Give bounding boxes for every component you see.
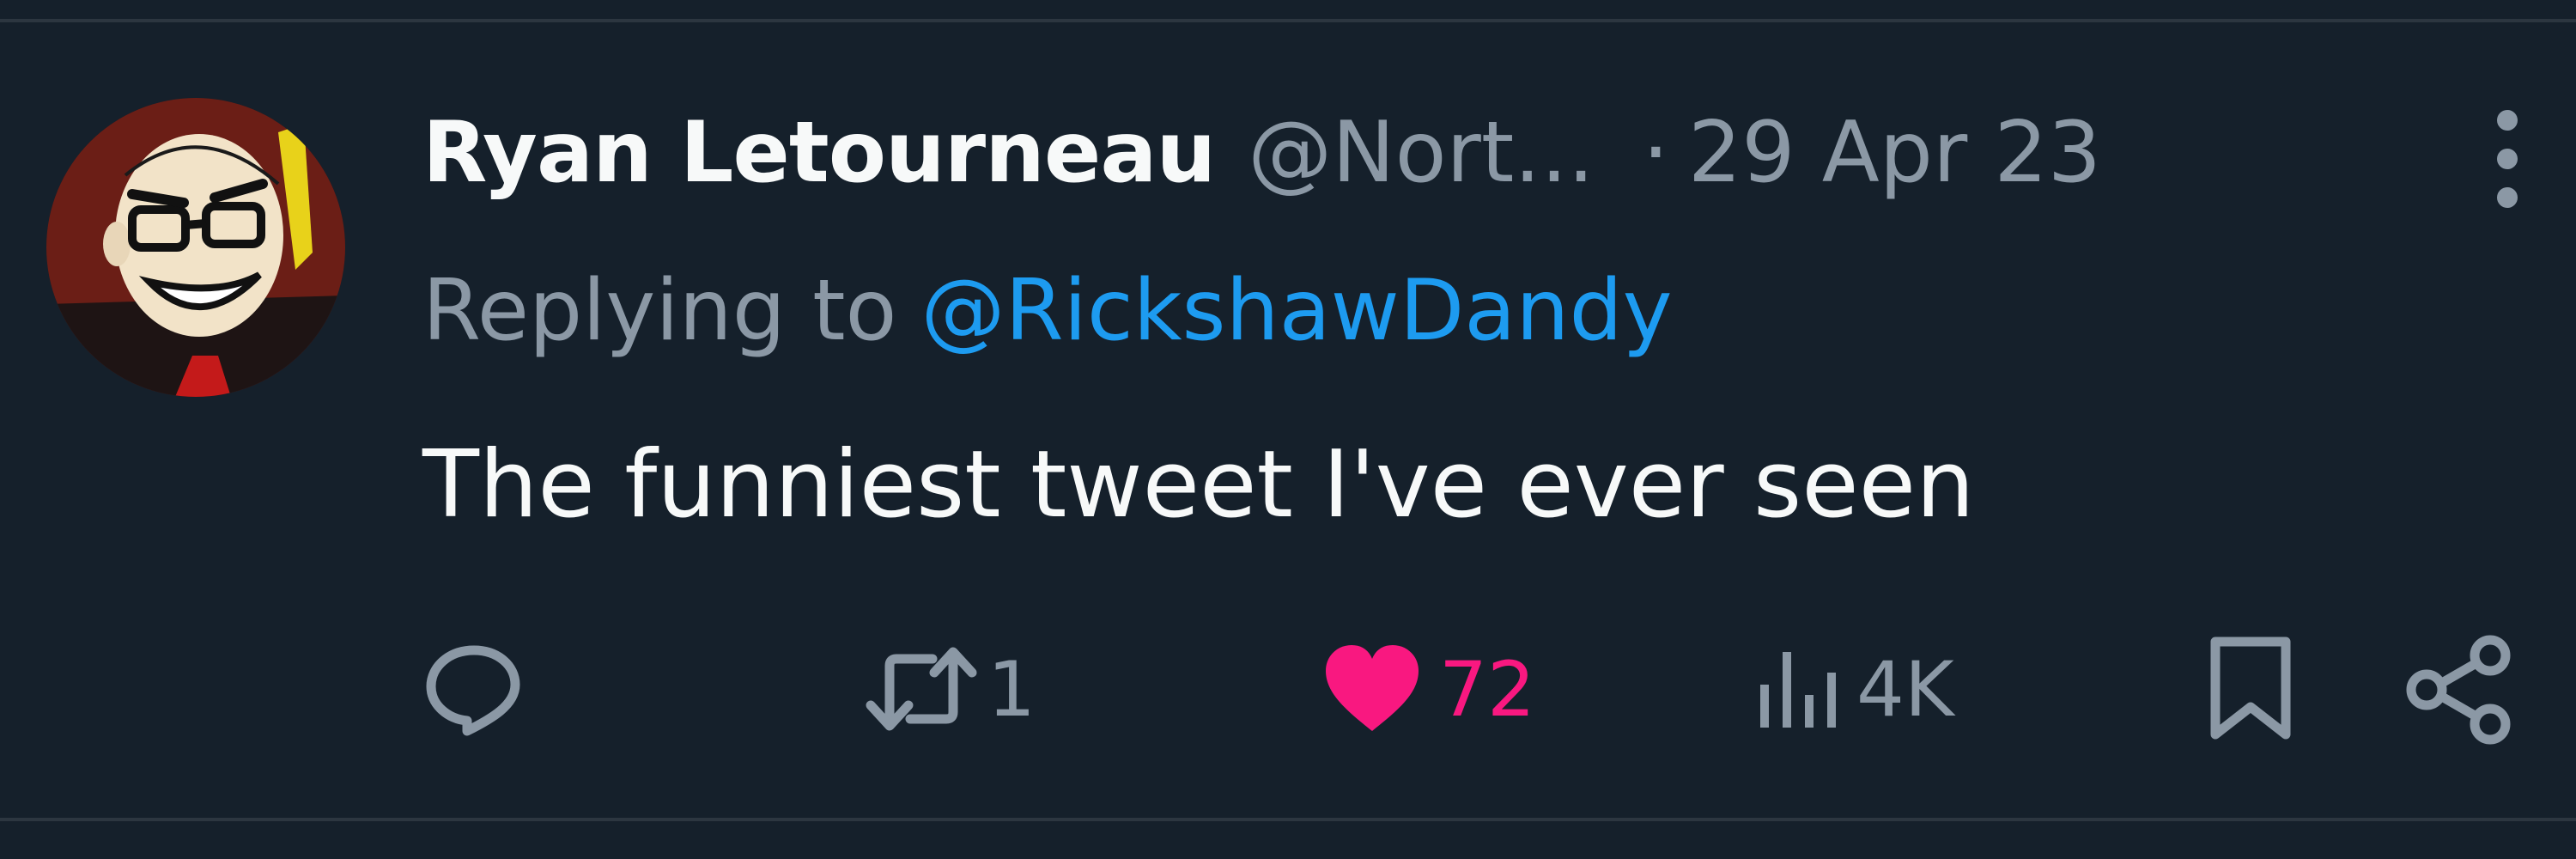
bookmark-icon	[2210, 637, 2291, 740]
top-divider	[0, 19, 2576, 22]
like-count: 72	[1439, 644, 1535, 734]
retweet-icon	[866, 647, 977, 731]
views-icon	[1760, 652, 1836, 728]
separator-dot: ·	[1642, 104, 1669, 202]
reply-button[interactable]	[422, 620, 536, 758]
display-name[interactable]: Ryan Letourneau	[422, 104, 1216, 202]
tweet-header: Ryan Letourneau @Nort... · 29 Apr 23	[422, 93, 2101, 213]
retweet-button[interactable]: 1	[866, 620, 1036, 758]
views-button[interactable]: 4K	[1752, 620, 1954, 758]
share-button[interactable]	[2404, 620, 2516, 758]
more-dot	[2497, 187, 2518, 208]
bottom-divider	[0, 818, 2576, 821]
views-count: 4K	[1856, 644, 1954, 734]
replying-to-label: Replying to	[422, 262, 897, 360]
tweet-text: The funniest tweet I've ever seen	[422, 431, 1975, 539]
action-bar: 1 72 4K	[0, 620, 2576, 758]
reply-context: Replying to @RickshawDandy	[422, 251, 1673, 371]
more-options-button[interactable]	[2473, 103, 2542, 215]
bookmark-button[interactable]	[2203, 620, 2298, 758]
cartoon-avatar-icon	[46, 98, 345, 397]
more-dot	[2497, 110, 2518, 131]
tweet-date[interactable]: 29 Apr 23	[1688, 104, 2101, 202]
like-button[interactable]: 72	[1321, 620, 1535, 758]
replying-to-handle-link[interactable]: @RickshawDandy	[921, 262, 1673, 360]
more-dot	[2497, 149, 2518, 169]
tweet-card[interactable]: Ryan Letourneau @Nort... · 29 Apr 23 Rep…	[0, 0, 2576, 859]
reply-icon	[426, 645, 520, 736]
avatar[interactable]	[46, 98, 345, 397]
heart-icon	[1326, 645, 1419, 731]
share-icon	[2406, 635, 2511, 745]
retweet-count: 1	[987, 644, 1036, 734]
user-handle[interactable]: @Nort...	[1248, 104, 1594, 202]
